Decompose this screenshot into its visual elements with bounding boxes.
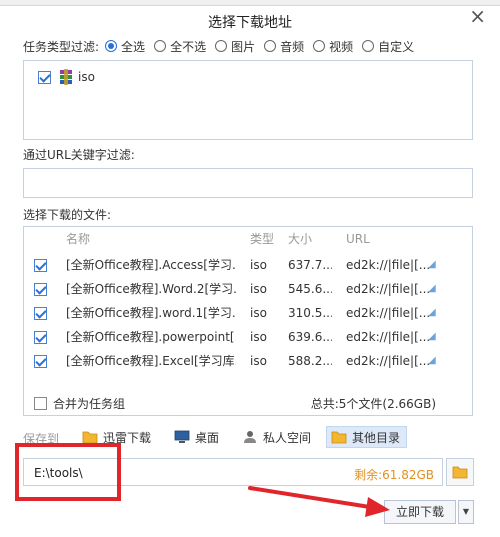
radio-audio[interactable]: 音频 [264,38,304,55]
file-url: ed2k://|file|[... [346,354,431,368]
signal-icon: ◢ [428,356,436,366]
rar-archive-icon [60,69,72,85]
file-table-header: 名称 类型 大小 URL [24,227,472,251]
location-private-space[interactable]: 私人空间 [238,426,317,448]
save-path-field[interactable]: E:\tools\ 剩余:61.82GB [23,458,443,486]
file-type: iso [250,306,267,320]
desktop-icon [174,430,190,443]
location-desktop[interactable]: 桌面 [170,426,225,448]
file-name: [全新Office教程].Word.2[学习... [66,282,236,296]
file-name: [全新Office教程].powerpoint[... [66,330,236,344]
signal-icon: ◢ [428,332,436,342]
signal-icon: ◢ [428,308,436,318]
file-size: 310.5... [288,306,332,320]
row-checkbox[interactable] [34,331,47,344]
table-row[interactable]: [全新Office教程].Excel[学习库... iso 588.2... e… [24,349,472,374]
folder-icon [82,431,98,444]
radio-custom[interactable]: 自定义 [362,38,414,55]
url-filter-label: 通过URL关键字过滤: [23,148,135,162]
file-type-label: iso [78,70,95,84]
file-url: ed2k://|file|[... [346,306,431,320]
merge-label: 合并为任务组 [53,397,126,411]
type-filter-label: 任务类型过滤: [23,39,100,54]
total-summary: 总共:5个文件(2.66GB) [310,397,436,411]
file-name: [全新Office教程].word.1[学习... [66,306,236,320]
file-name: [全新Office教程].Excel[学习库... [66,354,236,368]
radio-select-none[interactable]: 全不选 [154,38,206,55]
folder-icon [452,466,468,479]
merge-checkbox[interactable] [34,397,47,410]
file-type-item-iso[interactable]: iso [38,69,95,85]
table-row[interactable]: [全新Office教程].Word.2[学习... iso 545.6... e… [24,277,472,302]
dialog-title: 选择下载地址 [208,15,292,31]
file-url: ed2k://|file|[... [346,282,431,296]
download-now-button[interactable]: 立即下载 [384,500,456,524]
column-header-type[interactable]: 类型 [250,227,286,251]
close-icon[interactable]: × [469,6,486,26]
location-other-directory[interactable]: 其他目录 [326,426,408,448]
file-size: 545.6... [288,282,332,296]
table-row[interactable]: [全新Office教程].word.1[学习... iso 310.5... e… [24,301,472,326]
file-url: ed2k://|file|[... [346,258,431,272]
radio-video[interactable]: 视频 [313,38,353,55]
save-path-value: E:\tools\ [34,466,83,480]
row-checkbox[interactable] [34,283,47,296]
signal-icon: ◢ [428,284,436,294]
radio-select-all[interactable]: 全选 [105,38,145,55]
file-type: iso [250,258,267,272]
row-checkbox[interactable] [34,307,47,320]
column-header-url[interactable]: URL [346,227,438,251]
file-size: 639.6... [288,330,332,344]
file-name: [全新Office教程].Access[学习... [66,258,236,272]
file-type: iso [250,282,267,296]
select-download-location-dialog: 选择下载地址 × 任务类型过滤: 全选 全不选 图片 音频 视频 自定义 iso… [0,0,500,537]
signal-icon: ◢ [428,260,436,270]
merge-task-group-option[interactable]: 合并为任务组 [34,395,125,412]
url-filter-input[interactable] [23,168,473,198]
table-row[interactable]: [全新Office教程].powerpoint[... iso 639.6...… [24,325,472,350]
location-thunder-downloads[interactable]: 迅雷下载 [78,426,157,448]
row-checkbox[interactable] [34,259,47,272]
private-space-icon [244,431,256,443]
file-type: iso [250,330,267,344]
row-checkbox[interactable] [34,355,47,368]
file-type-list: iso [23,60,473,140]
file-size: 588.2... [288,354,332,368]
browse-folder-button[interactable] [446,458,474,486]
column-header-name[interactable]: 名称 [66,227,236,251]
column-header-size[interactable]: 大小 [288,227,332,251]
file-size: 637.7... [288,258,332,272]
folder-icon [331,431,347,444]
files-label: 选择下载的文件: [23,208,112,222]
radio-images[interactable]: 图片 [215,38,255,55]
type-filter-row: 任务类型过滤: 全选 全不选 图片 音频 视频 自定义 [23,37,423,55]
remaining-space: 剩余:61.82GB [354,468,434,482]
table-row[interactable]: [全新Office教程].Access[学习... iso 637.7... e… [24,253,472,278]
save-to-label: 保存到 [23,432,60,446]
file-url: ed2k://|file|[... [346,330,431,344]
file-table: 名称 类型 大小 URL [全新Office教程].Access[学习... i… [23,226,473,416]
download-options-dropdown[interactable]: ▼ [458,500,474,524]
iso-type-checkbox[interactable] [38,70,51,84]
file-type: iso [250,354,267,368]
